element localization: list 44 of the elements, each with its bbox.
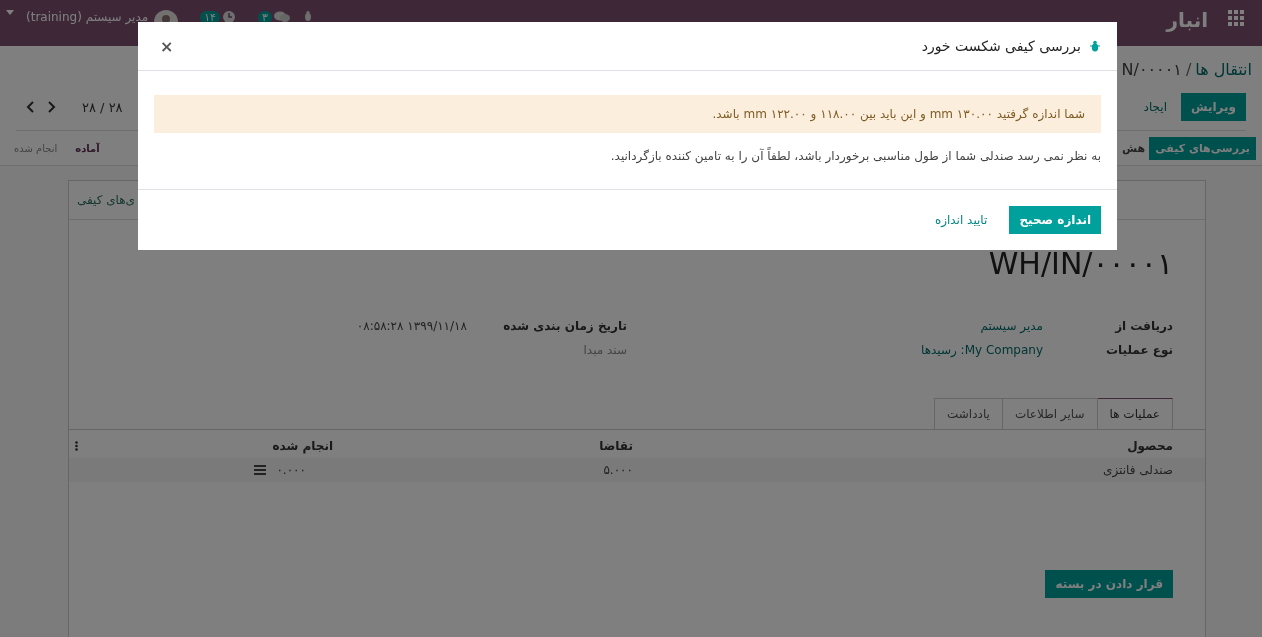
breadcrumb-item[interactable]: انتقال ها bbox=[1195, 59, 1252, 79]
field-label: دریافت از bbox=[1113, 319, 1173, 333]
list-icon[interactable] bbox=[254, 465, 267, 475]
header-button[interactable]: بررسی‌های کیفی bbox=[1149, 136, 1256, 160]
put-in-pack-button[interactable]: قرار دادن در بسته bbox=[1045, 570, 1173, 598]
dialog-title: بررسی کیفی شکست خورد bbox=[921, 38, 1081, 54]
user-menu[interactable]: مدیر سیستم (training) bbox=[26, 10, 149, 24]
dialog-message: به نظر نمی رسد صندلی شما از طول مناسبی برخوردار باشد، لطفاً آن را به تامین کننده بازگردانید. bbox=[609, 149, 1101, 163]
app-name[interactable]: انبار bbox=[1166, 8, 1208, 32]
field-value[interactable]: My Company: رسیدها bbox=[921, 343, 1043, 357]
clock-icon[interactable] bbox=[222, 10, 236, 24]
column-header[interactable]: محصول bbox=[633, 439, 1173, 453]
status-step[interactable]: آماده bbox=[67, 136, 108, 160]
chat-icon[interactable] bbox=[273, 10, 290, 24]
apps-menu-icon[interactable] bbox=[1228, 10, 1244, 26]
warning-alert: شما اندازه گرفتید ۱۳۰.۰۰ mm و این باید بین ۱۱۸.۰۰ و ۱۲۲.۰۰ mm باشد. bbox=[154, 95, 1101, 133]
next-icon[interactable] bbox=[48, 101, 56, 113]
field-label: تاریخ زمان بندی شده bbox=[502, 319, 627, 333]
close-button[interactable]: × bbox=[154, 35, 180, 57]
header-button[interactable]: هش bbox=[1119, 136, 1148, 160]
confirm-button[interactable]: اندازه صحیح bbox=[1009, 206, 1101, 234]
bug-icon bbox=[1089, 40, 1101, 52]
field-value: ۱۳۹۹/۱۱/۱۸ ۰۸:۵۸:۲۸ bbox=[356, 319, 467, 333]
create-button[interactable]: ایجاد bbox=[1133, 93, 1177, 121]
link-button[interactable]: تایید اندازه bbox=[924, 206, 998, 234]
field-label: سند مبدا bbox=[582, 343, 627, 357]
table-cell-text: ۵.۰۰۰ bbox=[602, 463, 633, 477]
caret-icon bbox=[6, 10, 14, 15]
previous-icon[interactable] bbox=[26, 101, 34, 113]
tab[interactable]: عملیات ها bbox=[1096, 398, 1173, 429]
field-value[interactable]: مدیر سیستم bbox=[980, 319, 1043, 333]
column-header[interactable]: تقاضا bbox=[333, 439, 633, 453]
status-step[interactable]: انجام شده bbox=[6, 136, 66, 160]
tab[interactable]: یادداشت bbox=[934, 398, 1003, 429]
table-cell-text: ۰.۰۰۰ bbox=[276, 463, 307, 477]
edit-button[interactable]: ویرایش bbox=[1181, 93, 1246, 121]
breadcrumb-separator: / bbox=[1185, 59, 1192, 79]
pager-counter: ۲۸ / ۲۸ bbox=[82, 99, 123, 115]
more-options-icon[interactable] bbox=[75, 441, 78, 451]
record-title: WH/IN/۰۰۰۰۱ bbox=[988, 246, 1173, 283]
table-cell-text: صندلی فانتزی bbox=[1102, 463, 1173, 477]
column-header[interactable]: انجام شده bbox=[157, 439, 333, 453]
breadcrumb-item: N/۰۰۰۰۱ bbox=[1121, 59, 1182, 79]
field-label: نوع عملیات bbox=[1105, 343, 1173, 357]
